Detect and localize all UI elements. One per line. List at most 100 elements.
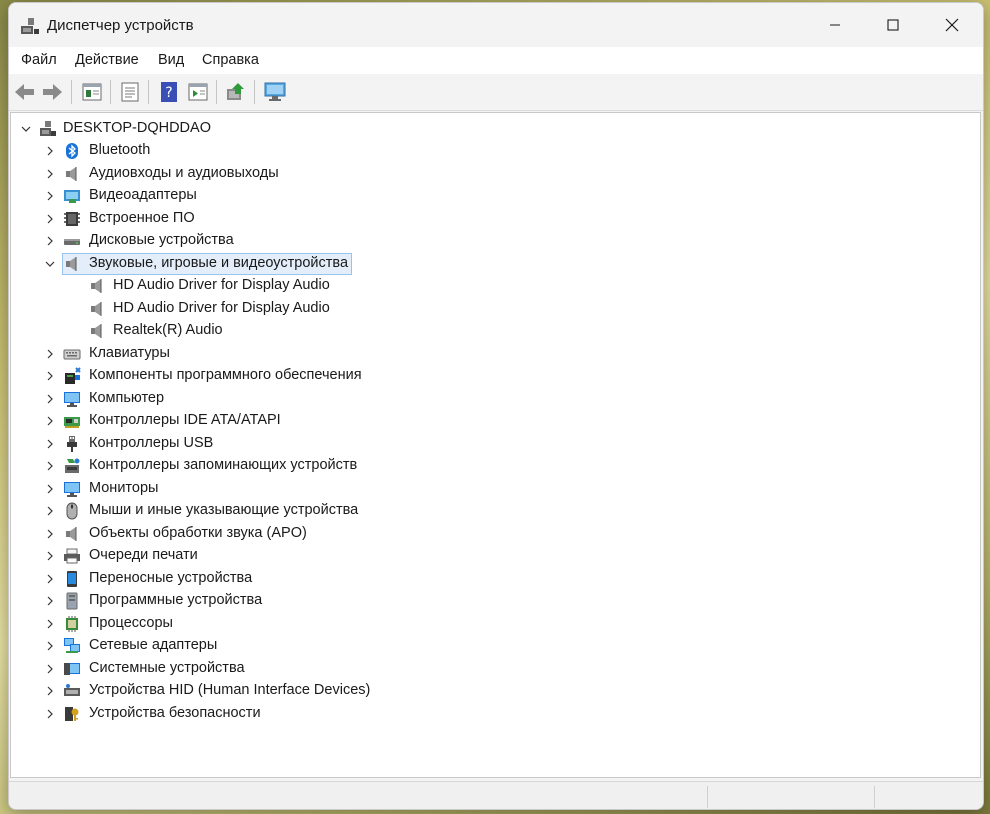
tree-category[interactable]: Клавиатуры (11, 343, 971, 365)
tree-category-label: Клавиатуры (89, 345, 170, 361)
tree-category-label: Устройства безопасности (89, 705, 261, 721)
tree-category[interactable]: Устройства HID (Human Interface Devices) (11, 680, 971, 702)
status-divider (874, 786, 875, 808)
tree-device-label: Realtek(R) Audio (113, 322, 223, 338)
tree-device[interactable]: HD Audio Driver for Display Audio (11, 275, 971, 297)
tree-category-label: Компьютер (89, 390, 165, 406)
tree-category[interactable]: Сетевые адаптеры (11, 635, 971, 657)
tree-category[interactable]: Звуковые, игровые и видеоустройства (11, 253, 971, 275)
tree-category[interactable]: Аудиовходы и аудиовыходы (11, 163, 971, 185)
chevron-right-icon[interactable] (44, 190, 56, 202)
tree-category[interactable]: Дисковые устройства (11, 230, 971, 252)
tree-device[interactable]: Realtek(R) Audio (11, 320, 971, 342)
tree-category[interactable]: Компьютер (11, 388, 971, 410)
menu-file[interactable]: Файл (21, 52, 57, 68)
tree-category[interactable]: Bluetooth (11, 140, 971, 162)
chevron-right-icon[interactable] (44, 573, 56, 585)
chevron-right-icon[interactable] (44, 708, 56, 720)
status-bar (9, 781, 983, 809)
storage-controller-icon (65, 458, 80, 473)
printer-icon (64, 548, 80, 564)
chevron-right-icon[interactable] (44, 168, 56, 180)
tree-category[interactable]: Мониторы (11, 478, 971, 500)
chevron-right-icon[interactable] (44, 393, 56, 405)
tree-category-label: Компоненты программного обеспечения (89, 367, 362, 383)
chevron-right-icon[interactable] (44, 595, 56, 607)
menu-help[interactable]: Справка (202, 52, 259, 68)
help-icon[interactable]: ? (157, 80, 181, 104)
svg-text:?: ? (165, 85, 172, 101)
tree-category-label: Очереди печати (89, 547, 198, 563)
menu-bar: Файл Действие Вид Справка (9, 47, 983, 74)
update-driver-icon[interactable] (224, 80, 248, 104)
chevron-right-icon[interactable] (44, 640, 56, 652)
software-component-icon (65, 367, 81, 384)
speaker-icon (66, 257, 77, 271)
back-icon[interactable] (13, 80, 37, 104)
tree-root[interactable]: DESKTOP-DQHDDAO (11, 118, 971, 140)
scan-hardware-icon[interactable] (263, 80, 287, 104)
tree-category-label: Видеоадаптеры (89, 187, 197, 203)
tree-category[interactable]: Устройства безопасности (11, 703, 971, 725)
chevron-right-icon[interactable] (44, 213, 56, 225)
tree-category[interactable]: Видеоадаптеры (11, 185, 971, 207)
tree-category[interactable]: Встроенное ПО (11, 208, 971, 230)
chevron-right-icon[interactable] (44, 685, 56, 697)
menu-view[interactable]: Вид (158, 52, 184, 68)
tree-category[interactable]: Мыши и иные указывающие устройства (11, 500, 971, 522)
chevron-right-icon[interactable] (44, 505, 56, 517)
close-icon (945, 18, 959, 32)
chevron-right-icon[interactable] (44, 663, 56, 675)
tree-category[interactable]: Контроллеры запоминающих устройств (11, 455, 971, 477)
forward-icon[interactable] (40, 80, 64, 104)
maximize-button[interactable] (864, 3, 922, 47)
chevron-right-icon[interactable] (44, 370, 56, 382)
menu-action[interactable]: Действие (75, 52, 139, 68)
tree-category[interactable]: Очереди печати (11, 545, 971, 567)
chevron-right-icon[interactable] (44, 550, 56, 562)
tree-category-label: Встроенное ПО (89, 210, 195, 226)
speaker-icon (66, 167, 77, 181)
tree-root-label: DESKTOP-DQHDDAO (63, 120, 211, 136)
tree-category[interactable]: Объекты обработки звука (APO) (11, 523, 971, 545)
tree-category[interactable]: Контроллеры IDE ATA/ATAPI (11, 410, 971, 432)
minimize-button[interactable] (806, 3, 864, 47)
tree-category[interactable]: Контроллеры USB (11, 433, 971, 455)
chevron-right-icon[interactable] (44, 145, 56, 157)
chevron-right-icon[interactable] (44, 483, 56, 495)
mouse-icon (66, 502, 78, 520)
chevron-right-icon[interactable] (44, 348, 56, 360)
speaker-icon (91, 279, 102, 293)
tree-device[interactable]: HD Audio Driver for Display Audio (11, 298, 971, 320)
display-adapter-icon (64, 190, 80, 203)
properties-icon[interactable] (118, 80, 142, 104)
toolbar-separator (254, 80, 255, 104)
tree-category-label: Контроллеры IDE ATA/ATAPI (89, 412, 281, 428)
tree-category[interactable]: Переносные устройства (11, 568, 971, 590)
chevron-right-icon[interactable] (44, 528, 56, 540)
speaker-icon (91, 324, 102, 338)
action-pane-icon[interactable] (186, 80, 210, 104)
bluetooth-icon (66, 143, 78, 159)
toolbar-separator (148, 80, 149, 104)
chevron-right-icon[interactable] (44, 618, 56, 630)
computer-icon (64, 392, 80, 407)
chevron-down-icon[interactable] (44, 258, 56, 270)
chevron-right-icon[interactable] (44, 235, 56, 247)
tree-category[interactable]: Системные устройства (11, 658, 971, 680)
chevron-right-icon[interactable] (44, 415, 56, 427)
chevron-right-icon[interactable] (44, 438, 56, 450)
tree-category[interactable]: Процессоры (11, 613, 971, 635)
tree-category[interactable]: Компоненты программного обеспечения (11, 365, 971, 387)
network-adapter-icon (64, 638, 80, 653)
tree-category[interactable]: Программные устройства (11, 590, 971, 612)
tree-category-label: Bluetooth (89, 142, 151, 158)
close-button[interactable] (923, 3, 981, 47)
tree-category-label: Переносные устройства (89, 570, 253, 586)
portable-device-icon (67, 571, 77, 587)
show-hide-tree-icon[interactable] (80, 80, 104, 104)
chevron-down-icon[interactable] (20, 123, 32, 135)
toolbar-separator (71, 80, 72, 104)
maximize-icon (887, 19, 899, 31)
chevron-right-icon[interactable] (44, 460, 56, 472)
